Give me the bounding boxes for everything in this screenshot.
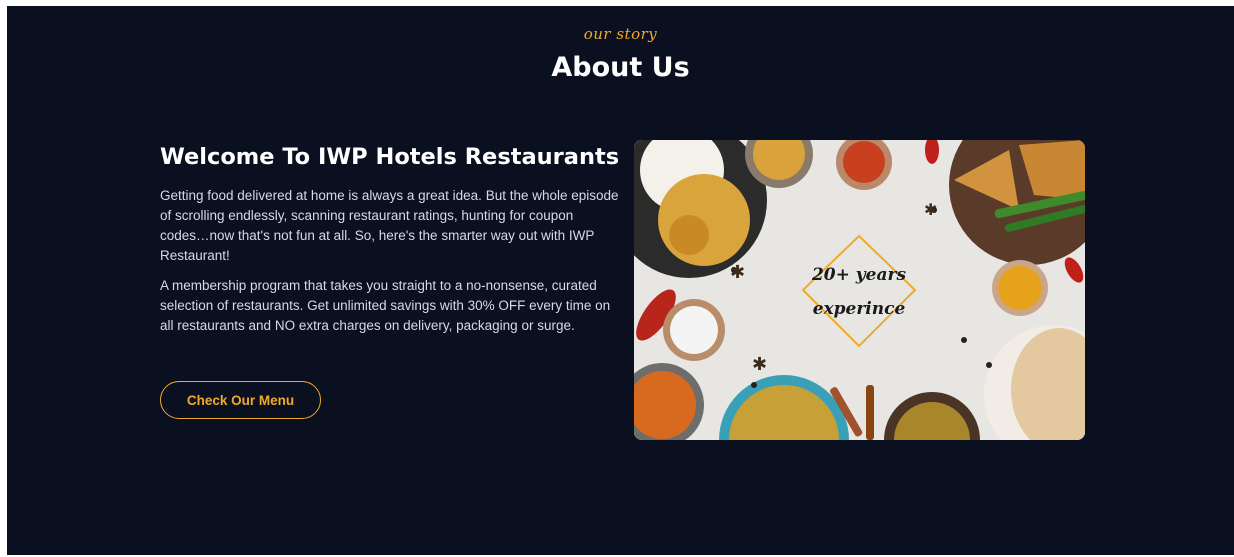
section-eyebrow: our story — [583, 25, 658, 43]
spice-dot — [751, 382, 757, 388]
welcome-heading: Welcome To IWP Hotels Restaurants — [160, 144, 620, 170]
about-text-column: Welcome To IWP Hotels Restaurants Gettin… — [160, 144, 620, 346]
cinnamon-stick-2 — [866, 385, 874, 440]
star-anise-icon: ✱ — [924, 202, 937, 219]
about-paragraph-2: A membership program that takes you stra… — [160, 278, 611, 333]
curry-chicken — [658, 174, 750, 266]
section-title: About Us — [551, 52, 690, 83]
about-paragraph-1: Getting food delivered at home is always… — [160, 188, 619, 263]
star-anise-icon: ✱ — [752, 354, 767, 374]
red-spice — [843, 141, 885, 183]
food-photo: ✱ ✱ ✱ 20+ years experince — [634, 140, 1085, 440]
turmeric — [998, 266, 1042, 310]
badge-experience: experince — [813, 299, 906, 319]
check-menu-button[interactable]: Check Our Menu — [160, 381, 321, 419]
star-anise-icon: ✱ — [730, 262, 745, 282]
spice-dot — [986, 362, 992, 368]
spice-dot — [961, 337, 967, 343]
badge-years: 20+ years — [811, 265, 906, 285]
salt — [670, 306, 718, 354]
food-illustration: ✱ ✱ ✱ 20+ years experince — [634, 140, 1085, 440]
about-section: our story About Us Welcome To IWP Hotels… — [7, 6, 1234, 555]
curry-chunk — [669, 215, 709, 255]
